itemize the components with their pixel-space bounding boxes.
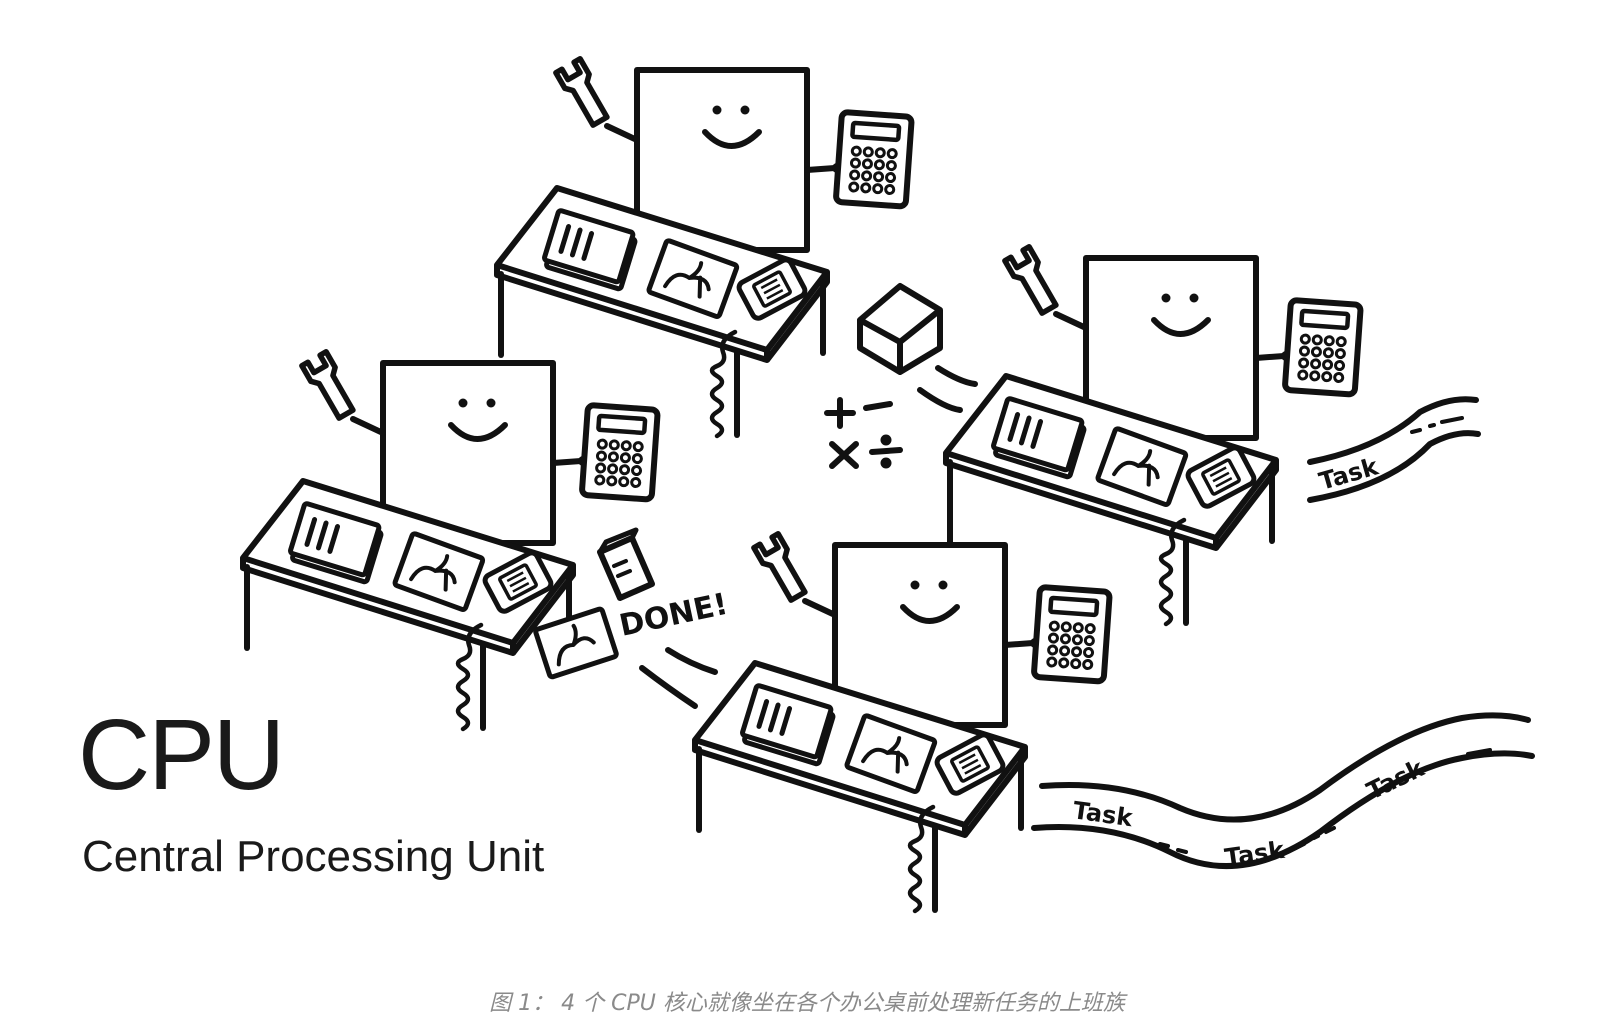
task-ribbon-upper: Task [1307,396,1481,503]
motion-line [639,665,698,709]
box-icon [857,283,943,375]
done-label: DONE! [616,587,731,644]
math-symbols-icon [824,397,903,469]
cpu-core-right [946,247,1361,624]
motion-line [917,387,963,413]
task-ribbon-lower: Task Task Task [1031,712,1535,872]
figure-caption: 图 1： 4 个 CPU 核心就像坐在各个办公桌前处理新任务的上班族 [489,991,1125,1016]
page-title: CPU [78,699,285,811]
page-subtitle: Central Processing Unit [82,832,545,881]
motion-line [935,365,978,387]
cpu-cores-illustration: DONE! Task Task Task Task [0,0,1535,960]
task-label: Task [1362,754,1429,806]
task-label: Task [1223,836,1287,872]
cpu-core-left [243,352,658,729]
picture-icon [533,606,619,680]
cpu-core-top [497,59,912,436]
book-icon [597,527,655,601]
motion-line [665,647,718,675]
cpu-core-bottom [695,534,1110,911]
